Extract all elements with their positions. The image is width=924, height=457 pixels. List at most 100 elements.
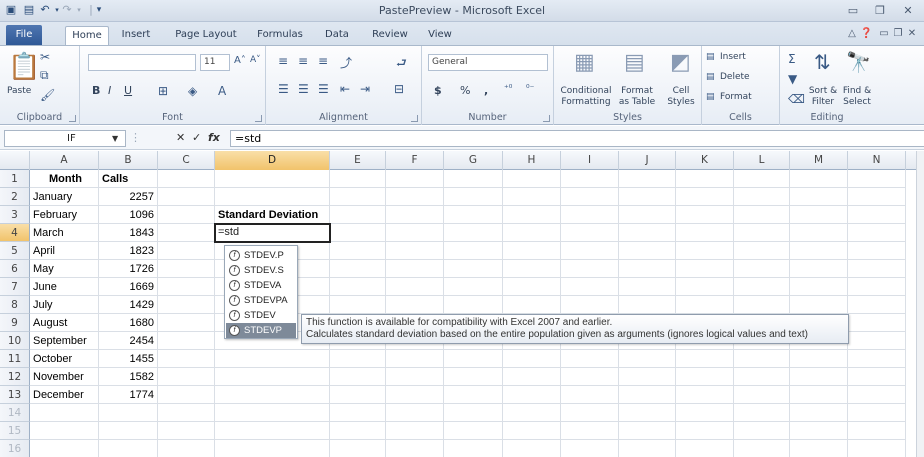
- grid-cell[interactable]: [734, 368, 790, 386]
- grid-cell[interactable]: [561, 260, 619, 278]
- autocomplete-item[interactable]: f STDEV: [226, 308, 296, 323]
- grid-cell[interactable]: [790, 260, 848, 278]
- grid-cell[interactable]: [503, 296, 561, 314]
- grid-cell[interactable]: [790, 188, 848, 206]
- grid-cell[interactable]: [561, 440, 619, 457]
- sort-filter-button[interactable]: Sort & Filter: [806, 86, 840, 108]
- row-header[interactable]: 12: [0, 368, 30, 386]
- grid-cell[interactable]: [561, 404, 619, 422]
- cut-icon[interactable]: ✂: [40, 50, 50, 64]
- grid-cell[interactable]: [158, 386, 215, 404]
- grid-cell[interactable]: [330, 206, 386, 224]
- grid-cell[interactable]: [676, 242, 734, 260]
- grid-cell[interactable]: [158, 242, 215, 260]
- grid-cell[interactable]: [848, 224, 906, 242]
- grid-cell[interactable]: [444, 188, 503, 206]
- close-icon[interactable]: ✕: [900, 3, 916, 18]
- autocomplete-item[interactable]: f STDEVA: [226, 278, 296, 293]
- cell-calls[interactable]: [99, 404, 158, 422]
- grid-cell[interactable]: [734, 170, 790, 188]
- format-as-table-button[interactable]: Format as Table: [614, 86, 660, 108]
- grid-cell[interactable]: [619, 206, 676, 224]
- grid-cell[interactable]: [503, 422, 561, 440]
- grid-cell[interactable]: [619, 188, 676, 206]
- grid-cell[interactable]: [790, 404, 848, 422]
- cell-calls[interactable]: 1429: [99, 296, 158, 314]
- grid-cell[interactable]: [676, 386, 734, 404]
- column-header-j[interactable]: J: [619, 151, 676, 170]
- fill-color-icon[interactable]: ◈: [188, 84, 197, 98]
- grid-cell[interactable]: [503, 440, 561, 457]
- grid-cell[interactable]: [790, 440, 848, 457]
- cell-month[interactable]: February: [30, 206, 99, 224]
- grid-cell[interactable]: [790, 206, 848, 224]
- grid-cell[interactable]: [848, 170, 906, 188]
- workbook-minimize-icon[interactable]: ▭: [878, 28, 890, 39]
- grid-cell[interactable]: [158, 368, 215, 386]
- grid-cell[interactable]: [619, 296, 676, 314]
- decrease-indent-icon[interactable]: ⇤: [340, 82, 350, 96]
- grid-cell[interactable]: [734, 350, 790, 368]
- grid-cell[interactable]: [503, 404, 561, 422]
- grid-cell[interactable]: [158, 332, 215, 350]
- grid-cell[interactable]: [503, 206, 561, 224]
- vertical-scrollbar[interactable]: [916, 151, 924, 457]
- delete-cells-button[interactable]: Delete: [720, 72, 750, 82]
- grid-cell[interactable]: [158, 350, 215, 368]
- grid-cell[interactable]: [444, 260, 503, 278]
- grid-cell[interactable]: [561, 206, 619, 224]
- column-header-h[interactable]: H: [503, 151, 561, 170]
- sort-filter-icon[interactable]: ⇅: [814, 50, 831, 74]
- grid-cell[interactable]: [676, 404, 734, 422]
- column-header-k[interactable]: K: [676, 151, 734, 170]
- grid-cell[interactable]: [619, 350, 676, 368]
- row-header[interactable]: 6: [0, 260, 30, 278]
- cell-calls[interactable]: 2257: [99, 188, 158, 206]
- autocomplete-item[interactable]: f STDEV.S: [226, 263, 296, 278]
- grid-cell[interactable]: [734, 242, 790, 260]
- clipboard-launcher-icon[interactable]: [69, 115, 76, 122]
- cell-styles-icon[interactable]: ◩: [670, 50, 691, 75]
- tab-file[interactable]: File: [6, 25, 42, 45]
- grid-cell[interactable]: [386, 206, 444, 224]
- grid-cell[interactable]: [561, 350, 619, 368]
- grid-cell[interactable]: [561, 278, 619, 296]
- orientation-icon[interactable]: ⤴: [340, 54, 352, 71]
- grid-cell[interactable]: [734, 224, 790, 242]
- grid-cell[interactable]: [619, 440, 676, 457]
- grid-cell[interactable]: [790, 224, 848, 242]
- grid-cell[interactable]: [503, 386, 561, 404]
- grid-cell[interactable]: [848, 278, 906, 296]
- grid-cell[interactable]: [561, 170, 619, 188]
- grid-cell[interactable]: [561, 224, 619, 242]
- workbook-restore-icon[interactable]: ❐: [892, 28, 904, 39]
- cell-month[interactable]: June: [30, 278, 99, 296]
- paste-button[interactable]: Paste: [7, 86, 31, 96]
- grid-cell[interactable]: [503, 350, 561, 368]
- formula-input[interactable]: =std: [230, 130, 924, 147]
- grid-cell[interactable]: [158, 170, 215, 188]
- bold-button[interactable]: B: [92, 84, 100, 97]
- align-top-icon[interactable]: ≡: [278, 54, 288, 68]
- fill-icon[interactable]: ▼: [788, 72, 797, 86]
- cell-month[interactable]: November: [30, 368, 99, 386]
- align-right-icon[interactable]: ☰: [318, 82, 329, 96]
- grid-cell[interactable]: [848, 314, 906, 332]
- grid-cell[interactable]: [444, 170, 503, 188]
- grid-cell[interactable]: [561, 368, 619, 386]
- grid-cell[interactable]: [676, 188, 734, 206]
- autocomplete-item[interactable]: f STDEVP: [226, 323, 296, 338]
- cell-calls[interactable]: 1726: [99, 260, 158, 278]
- grid-cell[interactable]: [676, 440, 734, 457]
- grid-cell[interactable]: [158, 188, 215, 206]
- number-format-select[interactable]: General: [428, 54, 548, 71]
- conditional-formatting-button[interactable]: Conditional Formatting: [556, 86, 616, 108]
- grid-cell[interactable]: [330, 386, 386, 404]
- grid-cell[interactable]: [215, 350, 330, 368]
- grid-cell[interactable]: [444, 386, 503, 404]
- active-cell-d4[interactable]: =std: [214, 223, 331, 243]
- cell-calls[interactable]: Calls: [99, 170, 158, 188]
- grid-cell[interactable]: [386, 404, 444, 422]
- column-header-b[interactable]: B: [99, 151, 158, 170]
- grid-cell[interactable]: [215, 422, 330, 440]
